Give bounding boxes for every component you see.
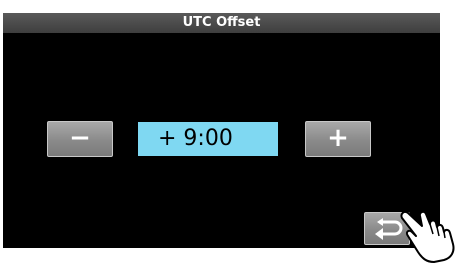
screen-title: UTC Offset [3,13,440,33]
utc-offset-screen: UTC Offset − + 9:00 + [3,13,440,248]
pointing-hand-icon [400,210,455,263]
utc-offset-value: + 9:00 [138,122,278,156]
decrease-button[interactable]: − [47,121,113,157]
minus-label: − [69,123,91,153]
increase-button[interactable]: + [305,121,371,157]
plus-label: + [327,123,349,153]
